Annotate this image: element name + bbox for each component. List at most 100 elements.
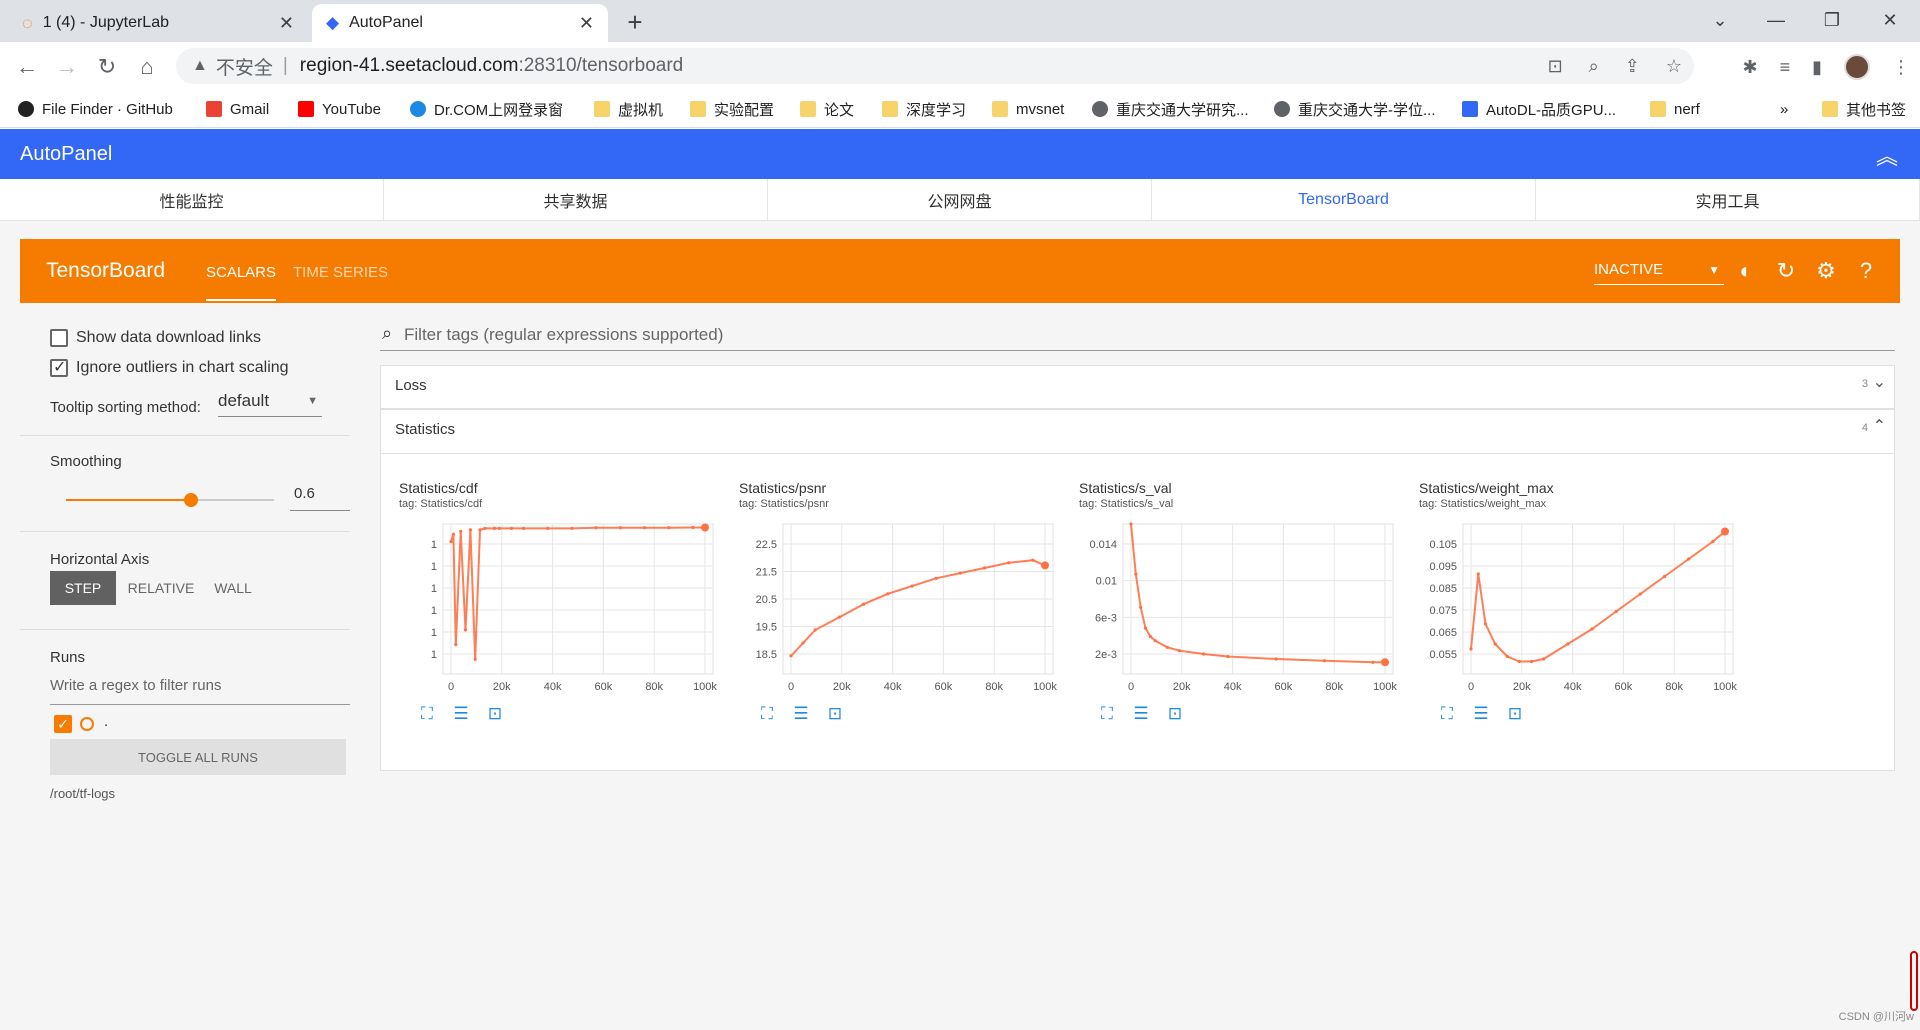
tooltip-sort-select[interactable]: default ▼ bbox=[218, 391, 322, 417]
chevron-up-icon[interactable]: ⌃ bbox=[1873, 416, 1886, 436]
bookmark-folder-mvsnet[interactable]: mvsnet bbox=[992, 97, 1064, 121]
menu-icon[interactable]: ⋮ bbox=[1892, 57, 1910, 78]
fullscreen-icon[interactable]: ⛶ bbox=[417, 704, 437, 724]
avatar[interactable] bbox=[1844, 54, 1870, 80]
bookmark-folder-dl[interactable]: 深度学习 bbox=[882, 97, 966, 121]
bookmark-cqjtu-1[interactable]: 重庆交通大学研究... bbox=[1092, 97, 1249, 121]
share-icon[interactable]: ⇪ bbox=[1625, 56, 1640, 77]
address-bar[interactable]: ▲ 不安全 | region-41.seetacloud.com :28310/… bbox=[176, 48, 1694, 84]
chart-svg[interactable]: 0 20k 40k 60k 80k 100k 22.5 21.5 20.5 19.5 18.5 bbox=[731, 520, 1071, 700]
dropdown-arrow-icon: ▼ bbox=[307, 395, 318, 407]
ignore-outliers-checkbox[interactable] bbox=[50, 357, 68, 377]
home-button[interactable]: ⌂ bbox=[130, 50, 164, 84]
star-icon[interactable]: ☆ bbox=[1666, 56, 1682, 77]
refresh-icon[interactable]: ↻ bbox=[1772, 257, 1800, 285]
bookmark-youtube[interactable]: YouTube bbox=[298, 97, 381, 121]
data-table-icon[interactable]: ☰ bbox=[451, 704, 471, 724]
back-button[interactable]: ← bbox=[10, 50, 44, 84]
smoothing-slider[interactable] bbox=[66, 493, 274, 507]
smoothing-input[interactable]: 0.6 bbox=[290, 485, 350, 511]
y-tick-label: 0.014 bbox=[1089, 539, 1117, 551]
fit-domain-icon[interactable]: ⊡ bbox=[825, 704, 845, 724]
bookmark-folder-nerf[interactable]: nerf bbox=[1650, 97, 1700, 121]
tab-search-icon[interactable]: ⌄ bbox=[1692, 0, 1748, 40]
chart-svg[interactable]: 0 20k 40k 60k 80k 100k 1 1 1 1 1 1 bbox=[391, 520, 731, 700]
y-tick-label: 19.5 bbox=[756, 622, 777, 634]
fit-domain-icon[interactable]: ⊡ bbox=[1165, 704, 1185, 724]
toggle-all-runs-button[interactable]: TOGGLE ALL RUNS bbox=[50, 739, 346, 775]
axis-wall-button[interactable]: WALL bbox=[206, 571, 260, 605]
axis-relative-button[interactable]: RELATIVE bbox=[124, 571, 198, 605]
collapse-icon[interactable]: ︽ bbox=[1876, 139, 1898, 171]
reload-button[interactable]: ↻ bbox=[90, 50, 124, 84]
run-checkbox[interactable]: ✓ bbox=[54, 715, 72, 733]
run-color-icon[interactable] bbox=[80, 717, 94, 731]
data-point bbox=[1148, 634, 1152, 639]
tab-time-series[interactable]: TIME SERIES bbox=[293, 264, 388, 281]
theme-icon[interactable]: ◐ bbox=[1732, 257, 1760, 285]
ignore-outliers-label: Ignore outliers in chart scaling bbox=[76, 359, 289, 376]
slider-thumb[interactable] bbox=[183, 493, 198, 507]
status-select[interactable]: INACTIVE ▼ bbox=[1594, 261, 1724, 285]
nav-shared-data[interactable]: 共享数据 bbox=[384, 179, 768, 220]
data-table-icon[interactable]: ☰ bbox=[791, 704, 811, 724]
data-point bbox=[478, 528, 482, 532]
minimize-button[interactable]: — bbox=[1748, 0, 1804, 40]
nav-performance[interactable]: 性能监控 bbox=[0, 179, 384, 220]
fit-domain-icon[interactable]: ⊡ bbox=[1505, 704, 1525, 724]
data-table-icon[interactable]: ☰ bbox=[1471, 704, 1491, 724]
chart-svg[interactable]: 0 20k 40k 60k 80k 100k 0.014 0.01 6e-3 2e-3 bbox=[1071, 520, 1411, 700]
axis-step-button[interactable]: STEP bbox=[50, 571, 116, 605]
data-table-icon[interactable]: ☰ bbox=[1131, 704, 1151, 724]
fullscreen-icon[interactable]: ⛶ bbox=[1437, 704, 1457, 724]
nav-public-disk[interactable]: 公网网盘 bbox=[768, 179, 1152, 220]
close-icon[interactable]: ✕ bbox=[579, 13, 594, 34]
fullscreen-icon[interactable]: ⛶ bbox=[1097, 704, 1117, 724]
chart-title: Statistics/cdf bbox=[399, 480, 478, 496]
chevron-down-icon[interactable]: ⌄ bbox=[1873, 372, 1886, 392]
nav-tensorboard[interactable]: TensorBoard bbox=[1152, 179, 1536, 220]
scrollbar[interactable] bbox=[1910, 951, 1918, 1011]
bookmark-folder-vm[interactable]: 虚拟机 bbox=[594, 97, 663, 121]
help-icon[interactable]: ? bbox=[1852, 257, 1880, 285]
bookmark-folder-config[interactable]: 实验配置 bbox=[690, 97, 774, 121]
bookmark-gmail[interactable]: Gmail bbox=[206, 97, 269, 121]
bookmark-other[interactable]: 其他书签 bbox=[1822, 97, 1906, 121]
group-header[interactable]: Statistics 4 ⌃ bbox=[381, 410, 1894, 454]
show-download-links-checkbox[interactable] bbox=[50, 329, 68, 347]
runs-filter-input[interactable]: Write a regex to filter runs bbox=[50, 677, 350, 705]
tab-scalars[interactable]: SCALARS bbox=[206, 264, 277, 301]
x-tick-label: 0 bbox=[788, 681, 794, 693]
zoom-icon[interactable]: ⌕ bbox=[1589, 56, 1599, 77]
data-point bbox=[1274, 657, 1278, 661]
x-tick-label: 100k bbox=[1713, 681, 1737, 693]
bookmarks-overflow-button[interactable]: » bbox=[1780, 97, 1788, 121]
settings-icon[interactable]: ⚙ bbox=[1812, 257, 1840, 285]
nav-tools[interactable]: 实用工具 bbox=[1536, 179, 1920, 220]
forward-button[interactable]: → bbox=[50, 50, 84, 84]
translate-icon[interactable]: ⊡ bbox=[1548, 56, 1563, 77]
folder-icon bbox=[882, 101, 898, 117]
close-icon[interactable]: ✕ bbox=[279, 13, 294, 34]
group-loss[interactable]: Loss 3 ⌄ bbox=[380, 365, 1895, 409]
fit-domain-icon[interactable]: ⊡ bbox=[485, 704, 505, 724]
restore-button[interactable]: ❐ bbox=[1804, 0, 1860, 40]
bookmark-drcom[interactable]: Dr.COM上网登录窗 bbox=[410, 97, 563, 121]
fullscreen-icon[interactable]: ⛶ bbox=[757, 704, 777, 724]
browser-tab-autopanel[interactable]: ◆ AutoPanel ✕ bbox=[312, 4, 608, 42]
browser-tab-jupyterlab[interactable]: ◌ 1 (4) - JupyterLab ✕ bbox=[8, 4, 308, 42]
tag-filter-input[interactable]: ⌕ Filter tags (regular expressions suppo… bbox=[380, 321, 1895, 351]
chart-svg[interactable]: 0 20k 40k 60k 80k 100k 0.105 0.095 0.085 0.075 0.0… bbox=[1411, 520, 1751, 700]
side-panel-icon[interactable]: ▮ bbox=[1812, 57, 1822, 78]
bookmark-github[interactable]: File Finder · GitHub bbox=[18, 97, 173, 121]
bookmark-autodl[interactable]: AutoDL-品质GPU... bbox=[1462, 97, 1616, 121]
data-point bbox=[667, 526, 671, 530]
tab-title: 1 (4) - JupyterLab bbox=[42, 14, 169, 31]
horizontal-axis-label: Horizontal Axis bbox=[50, 551, 150, 568]
new-tab-button[interactable]: + bbox=[618, 5, 652, 39]
bookmark-folder-papers[interactable]: 论文 bbox=[800, 97, 854, 121]
reading-list-icon[interactable]: ≡ bbox=[1780, 57, 1791, 78]
bookmark-cqjtu-2[interactable]: 重庆交通大学-学位... bbox=[1274, 97, 1436, 121]
extensions-icon[interactable]: ✱ bbox=[1742, 57, 1757, 78]
close-window-button[interactable]: ✕ bbox=[1862, 0, 1918, 40]
